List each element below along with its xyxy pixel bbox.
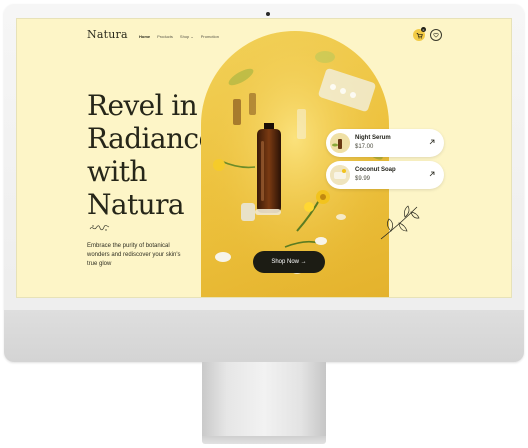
nav-item-shop-label: Shop	[179, 34, 190, 39]
camera-icon	[266, 12, 270, 16]
nav-item-products[interactable]: Products	[157, 34, 173, 39]
product-name: Night Serum	[355, 135, 391, 141]
site-logo[interactable]: Natura	[87, 28, 128, 41]
product-thumbnail	[330, 165, 350, 185]
nav-item-home[interactable]: Home	[139, 34, 150, 39]
heart-icon	[433, 32, 439, 38]
website-screen: Natura Home Products Shop ⌄ Promotion 0 …	[16, 18, 512, 298]
monitor-stand	[202, 362, 326, 438]
nav-item-shop[interactable]: Shop ⌄	[180, 34, 194, 39]
main-nav: Home Products Shop ⌄ Promotion	[139, 34, 219, 39]
monitor-foot	[202, 436, 326, 444]
product-card-coconut-soap[interactable]: Coconut Soap $9.99	[326, 161, 444, 189]
product-name: Coconut Soap	[355, 167, 396, 173]
product-thumbnail	[330, 133, 350, 153]
cart-icon	[416, 32, 423, 39]
wishlist-button[interactable]	[430, 29, 442, 41]
monitor-chin	[4, 310, 524, 362]
product-price: $9.99	[355, 176, 371, 182]
chevron-down-icon: ⌄	[190, 34, 194, 39]
cart-button[interactable]: 0	[413, 27, 426, 41]
nav-item-promotion[interactable]: Promotion	[201, 34, 219, 39]
product-card-night-serum[interactable]: Night Serum $17.00	[326, 129, 444, 157]
squiggle-ornament-icon	[89, 225, 110, 231]
arrow-up-right-icon[interactable]	[428, 138, 436, 146]
cart-count-badge: 0	[421, 27, 426, 32]
product-price: $17.00	[355, 144, 374, 150]
hero-description: Embrace the purity of botanical wonders …	[87, 243, 181, 267]
botanical-sprig-icon	[380, 205, 420, 240]
arrow-up-right-icon[interactable]	[428, 170, 436, 178]
shop-now-button[interactable]: Shop Now →	[253, 251, 325, 273]
